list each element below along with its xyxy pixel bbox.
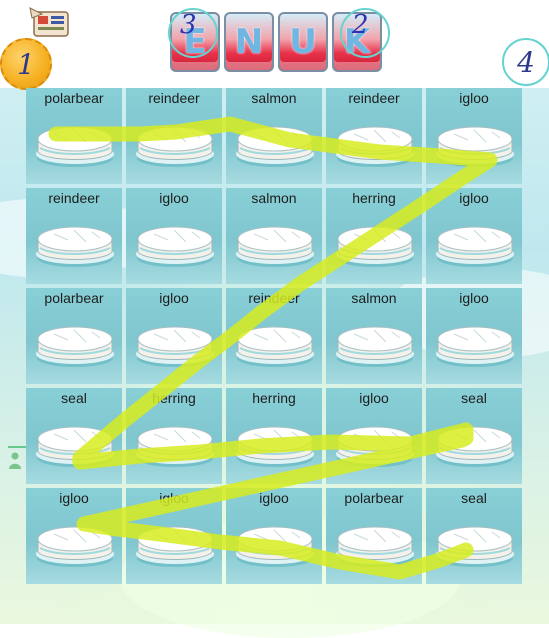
word-tile[interactable]: reindeer bbox=[26, 188, 122, 284]
word-grid: polarbear reindeer salmon reindeer igloo… bbox=[26, 88, 524, 584]
ice-floe-icon bbox=[136, 426, 214, 467]
ice-floe-icon bbox=[36, 226, 114, 267]
ice-floe-icon bbox=[136, 526, 214, 567]
player-four-badge[interactable]: 4 bbox=[502, 38, 549, 86]
word-tile[interactable]: seal bbox=[426, 488, 522, 584]
ice-floe-icon bbox=[336, 526, 414, 567]
tile-word: reindeer bbox=[148, 90, 200, 106]
player-one-badge[interactable]: 1 bbox=[0, 38, 52, 90]
word-tile[interactable]: seal bbox=[26, 388, 122, 484]
word-tile[interactable]: herring bbox=[226, 388, 322, 484]
tile-word: igloo bbox=[459, 90, 489, 106]
tile-word: igloo bbox=[159, 190, 189, 206]
word-tile[interactable]: igloo bbox=[426, 88, 522, 184]
word-tile[interactable]: igloo bbox=[426, 188, 522, 284]
word-tile[interactable]: igloo bbox=[126, 488, 222, 584]
ice-floe-icon bbox=[436, 226, 514, 267]
word-tile[interactable]: polarbear bbox=[26, 88, 122, 184]
word-tile[interactable]: polarbear bbox=[326, 488, 422, 584]
ice-floe-icon bbox=[36, 326, 114, 367]
word-tile[interactable]: polarbear bbox=[26, 288, 122, 384]
tile-word: reindeer bbox=[348, 90, 400, 106]
tile-word: polarbear bbox=[44, 290, 104, 306]
tile-word: igloo bbox=[159, 290, 189, 306]
word-tile[interactable]: herring bbox=[326, 188, 422, 284]
ice-floe-icon bbox=[36, 526, 114, 567]
word-tile[interactable]: reindeer bbox=[226, 288, 322, 384]
tile-word: herring bbox=[252, 390, 296, 406]
ice-floe-icon bbox=[236, 526, 314, 567]
word-tile[interactable]: reindeer bbox=[126, 88, 222, 184]
ice-floe-icon bbox=[236, 326, 314, 367]
player-four-number: 4 bbox=[517, 45, 535, 79]
tile-word: herring bbox=[352, 190, 396, 206]
word-tile[interactable]: igloo bbox=[126, 288, 222, 384]
word-tile[interactable]: igloo bbox=[326, 388, 422, 484]
ice-floe-icon bbox=[236, 126, 314, 167]
word-tile[interactable]: igloo bbox=[426, 288, 522, 384]
ice-floe-icon bbox=[436, 126, 514, 167]
tile-word: polarbear bbox=[344, 490, 404, 506]
person-icon bbox=[8, 452, 22, 470]
word-tile[interactable]: igloo bbox=[126, 188, 222, 284]
ice-floe-icon bbox=[136, 326, 214, 367]
ice-floe-icon bbox=[436, 526, 514, 567]
word-tile[interactable]: salmon bbox=[226, 188, 322, 284]
ice-floe-icon bbox=[36, 426, 114, 467]
word-tile[interactable]: salmon bbox=[226, 88, 322, 184]
ice-floe-icon bbox=[336, 126, 414, 167]
ice-floe-icon bbox=[136, 126, 214, 167]
ice-floe-icon bbox=[336, 326, 414, 367]
word-tile[interactable]: reindeer bbox=[326, 88, 422, 184]
word-tile[interactable]: seal bbox=[426, 388, 522, 484]
tile-word: igloo bbox=[59, 490, 89, 506]
title-letter-n: N bbox=[224, 12, 274, 72]
title-letter-u: U bbox=[278, 12, 328, 72]
word-tile[interactable]: igloo bbox=[226, 488, 322, 584]
word-tile[interactable]: herring bbox=[126, 388, 222, 484]
tile-word: reindeer bbox=[248, 290, 300, 306]
ice-floe-icon bbox=[436, 326, 514, 367]
title-annotation-left: 3 bbox=[180, 10, 197, 40]
word-tile[interactable]: igloo bbox=[26, 488, 122, 584]
ice-floe-icon bbox=[236, 226, 314, 267]
tile-word: polarbear bbox=[44, 90, 104, 106]
side-divider bbox=[8, 446, 28, 448]
ice-floe-icon bbox=[36, 126, 114, 167]
ice-floe-icon bbox=[236, 426, 314, 467]
tile-word: igloo bbox=[159, 490, 189, 506]
word-tile[interactable]: salmon bbox=[326, 288, 422, 384]
tile-word: igloo bbox=[359, 390, 389, 406]
ice-floe-icon bbox=[336, 226, 414, 267]
title-annotation-right: 2 bbox=[352, 10, 369, 40]
ice-floe-icon bbox=[336, 426, 414, 467]
ice-floe-icon bbox=[136, 226, 214, 267]
tile-word: seal bbox=[61, 390, 87, 406]
tile-word: salmon bbox=[251, 190, 297, 206]
ice-floe-icon bbox=[436, 426, 514, 467]
tile-word: igloo bbox=[459, 290, 489, 306]
tile-word: salmon bbox=[351, 290, 397, 306]
player-one-number: 1 bbox=[17, 47, 35, 81]
tile-word: igloo bbox=[259, 490, 289, 506]
tile-word: herring bbox=[152, 390, 196, 406]
tile-word: igloo bbox=[459, 190, 489, 206]
tile-word: seal bbox=[461, 390, 487, 406]
tile-word: seal bbox=[461, 490, 487, 506]
tile-word: reindeer bbox=[48, 190, 100, 206]
tile-word: salmon bbox=[251, 90, 297, 106]
